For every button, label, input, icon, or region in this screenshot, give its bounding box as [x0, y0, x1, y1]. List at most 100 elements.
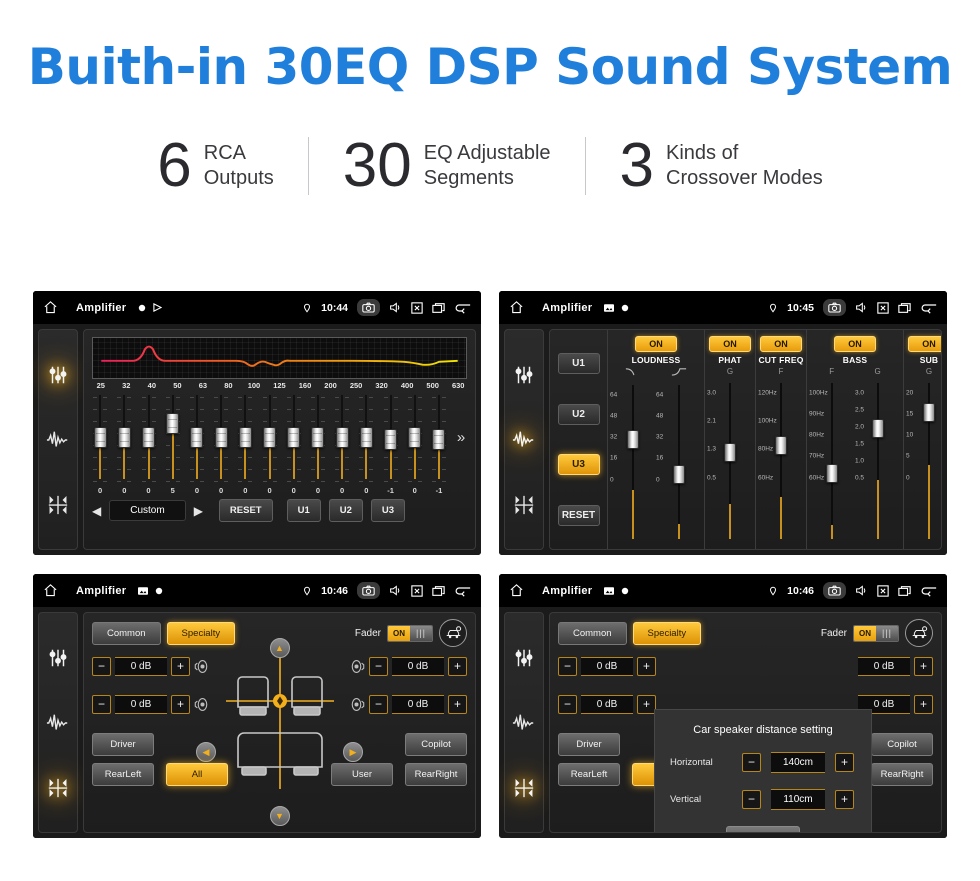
plus-button[interactable]: +	[448, 695, 467, 714]
dsp-slider[interactable]: 64 48 32 16 0	[656, 379, 702, 545]
slider-knob[interactable]	[826, 463, 838, 483]
volume-icon[interactable]	[389, 584, 402, 597]
seat-button-user[interactable]: User	[331, 763, 393, 786]
eq-slider[interactable]	[185, 393, 209, 485]
fader-toggle[interactable]: ON |||	[387, 624, 433, 642]
volume-icon[interactable]	[855, 584, 868, 597]
tab-specialty[interactable]: Specialty	[166, 621, 236, 645]
eq-slider-knob[interactable]	[311, 426, 325, 448]
recents-icon[interactable]	[432, 302, 445, 314]
seat-button-rearleft[interactable]: RearLeft	[92, 763, 154, 786]
waveform-icon[interactable]	[511, 710, 537, 736]
slider-knob[interactable]	[724, 442, 736, 462]
slider-knob[interactable]	[775, 435, 787, 455]
plus-button[interactable]: +	[448, 657, 467, 676]
back-icon[interactable]	[454, 585, 471, 597]
u2-button[interactable]: U2	[328, 499, 363, 522]
eq-slider-knob[interactable]	[190, 426, 204, 448]
camera-icon[interactable]	[357, 582, 380, 599]
dsp-slider[interactable]: 3.0 2.5 2.0 1.5 1.0 0.5	[855, 377, 901, 545]
car-seat-diagram[interactable]	[220, 649, 340, 797]
equalizer-icon[interactable]	[45, 645, 71, 671]
plus-button[interactable]: +	[171, 657, 190, 676]
equalizer-icon[interactable]	[511, 362, 537, 388]
waveform-icon[interactable]	[45, 710, 71, 736]
home-icon[interactable]	[43, 583, 58, 598]
eq-slider-knob[interactable]	[166, 413, 180, 435]
minus-button[interactable]: −	[369, 657, 388, 676]
close-icon[interactable]	[877, 584, 889, 597]
slider-knob[interactable]	[872, 418, 884, 438]
seat-button-copilot[interactable]: Copilot	[405, 733, 467, 756]
fader-icon[interactable]	[511, 492, 537, 518]
eq-slider[interactable]	[330, 393, 354, 485]
eq-slider[interactable]	[427, 393, 451, 485]
minus-button[interactable]: −	[92, 657, 111, 676]
eq-slider[interactable]	[306, 393, 330, 485]
on-button[interactable]: ON	[834, 336, 876, 352]
eq-slider[interactable]	[161, 393, 185, 485]
back-icon[interactable]	[454, 302, 471, 314]
left-arrow-icon[interactable]: ◀	[196, 742, 216, 762]
equalizer-icon[interactable]	[45, 362, 71, 388]
eq-slider[interactable]	[378, 393, 402, 485]
seat-button-all[interactable]: All	[166, 763, 228, 786]
seat-button-rearright[interactable]: RearRight	[405, 763, 467, 786]
eq-slider[interactable]	[257, 393, 281, 485]
eq-slider[interactable]	[233, 393, 257, 485]
fader-icon[interactable]	[45, 775, 71, 801]
eq-slider-knob[interactable]	[117, 426, 131, 448]
vertical-plus-button[interactable]: +	[835, 790, 854, 809]
eq-slider-knob[interactable]	[359, 426, 373, 448]
eq-slider-knob[interactable]	[214, 426, 228, 448]
eq-slider-knob[interactable]	[142, 426, 155, 448]
dsp-slider[interactable]: 100Hz 90Hz 80Hz 70Hz 60Hz	[809, 377, 855, 545]
confirm-button[interactable]: Confirm	[725, 826, 801, 832]
eq-slider-knob[interactable]	[238, 426, 252, 448]
fader-icon[interactable]	[45, 492, 71, 518]
eq-slider[interactable]	[88, 393, 112, 485]
car-settings-icon[interactable]	[905, 619, 933, 647]
tab-common[interactable]: Common	[558, 621, 627, 645]
on-button[interactable]: ON	[908, 336, 941, 352]
eq-slider[interactable]	[112, 393, 136, 485]
tab-specialty[interactable]: Specialty	[632, 621, 702, 645]
dsp-slider[interactable]: 20 15 10 5 0	[906, 377, 941, 545]
dsp-preset-u1[interactable]: U1	[557, 352, 600, 374]
camera-icon[interactable]	[357, 299, 380, 316]
slider-knob[interactable]	[923, 403, 935, 423]
car-settings-icon[interactable]	[439, 619, 467, 647]
slider-knob[interactable]	[627, 430, 639, 450]
home-icon[interactable]	[509, 583, 524, 598]
slider-knob[interactable]	[673, 464, 685, 484]
eq-slider[interactable]	[209, 393, 233, 485]
dsp-preset-u2[interactable]: U2	[557, 403, 600, 425]
eq-slider-knob[interactable]	[432, 429, 446, 451]
close-icon[interactable]	[411, 301, 423, 314]
back-icon[interactable]	[920, 585, 937, 597]
eq-slider-knob[interactable]	[335, 426, 349, 448]
equalizer-icon[interactable]	[511, 645, 537, 671]
eq-slider[interactable]	[282, 393, 306, 485]
volume-icon[interactable]	[389, 301, 402, 314]
u3-button[interactable]: U3	[370, 499, 406, 522]
waveform-icon[interactable]	[45, 427, 71, 453]
fader-icon[interactable]	[511, 775, 537, 801]
on-button[interactable]: ON	[760, 336, 802, 352]
tab-common[interactable]: Common	[92, 621, 161, 645]
dsp-slider[interactable]: 3.0 2.1 1.3 0.5	[707, 377, 753, 545]
on-button[interactable]: ON	[635, 336, 677, 352]
camera-icon[interactable]	[823, 582, 846, 599]
eq-more-button[interactable]: »	[451, 393, 471, 446]
eq-slider[interactable]	[354, 393, 378, 485]
eq-slider-knob[interactable]	[384, 429, 398, 451]
eq-slider-knob[interactable]	[287, 426, 301, 448]
waveform-icon[interactable]	[511, 427, 537, 453]
vertical-minus-button[interactable]: −	[742, 790, 761, 809]
dsp-slider[interactable]: 64 48 32 16 0	[610, 379, 656, 545]
recents-icon[interactable]	[898, 585, 911, 597]
u1-button[interactable]: U1	[286, 499, 321, 522]
plus-button[interactable]: +	[171, 695, 190, 714]
preset-prev-button[interactable]: ◀	[92, 504, 101, 518]
dsp-slider[interactable]: 120Hz 100Hz 80Hz 60Hz	[758, 377, 804, 545]
